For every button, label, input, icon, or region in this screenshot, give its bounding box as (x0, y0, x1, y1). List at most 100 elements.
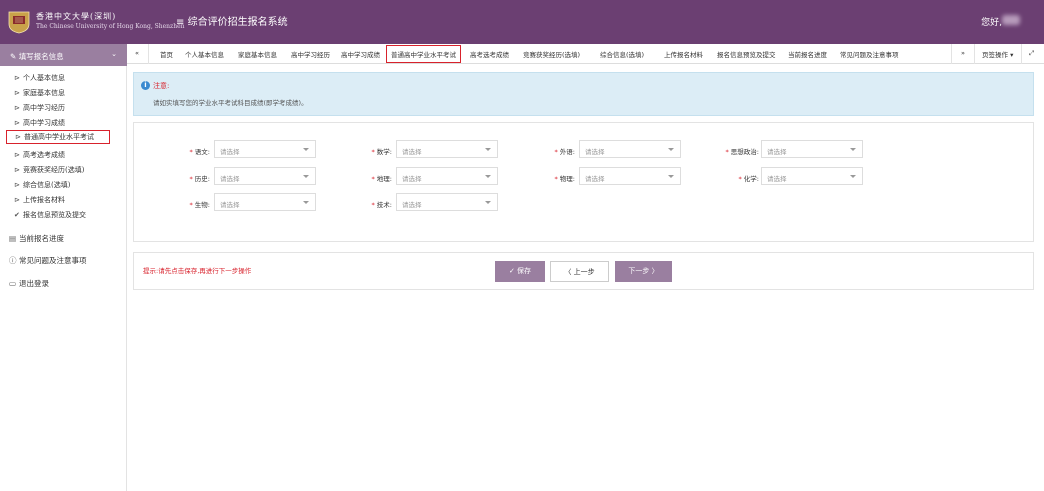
tab-preview-submit[interactable]: 报名信息预览及提交 (717, 49, 776, 59)
sidebar-item-faq[interactable]: ⓘ 常见问题及注意事项 (9, 255, 87, 266)
exam-form: * 语文: 请选择 * 数学: 请选择 * 外语: 请选择 * 思想政治: 请选… (133, 122, 1034, 242)
previous-button-label: 上一步 (573, 268, 595, 276)
select-chinese[interactable]: 请选择 (214, 140, 316, 158)
select-placeholder: 请选择 (220, 201, 240, 209)
divider (1021, 44, 1022, 64)
notice-title: 注意: (153, 82, 170, 90)
bookmark-icon: ⊳ (14, 181, 20, 189)
caret-down-icon (485, 148, 491, 151)
bookmark-icon: ⊳ (14, 151, 20, 159)
sidebar-item-gaokao-scores[interactable]: ⊳ 高考选考成绩 (14, 150, 65, 160)
page-operations-dropdown[interactable]: 页签操作 ▾ (982, 49, 1013, 59)
tab-comprehensive-info[interactable]: 综合信息(选填) (600, 49, 644, 59)
fullscreen-icon[interactable]: ⤢ (1029, 49, 1034, 58)
select-history[interactable]: 请选择 (214, 167, 316, 185)
sidebar-item-label: 高考选考成绩 (23, 151, 65, 159)
sidebar-item-school-grades[interactable]: ⊳ 高中学习成绩 (14, 118, 65, 128)
tab-gaokao-scores[interactable]: 高考选考成绩 (470, 49, 509, 59)
select-politics[interactable]: 请选择 (761, 140, 863, 158)
bookmark-icon: ⊳ (14, 196, 20, 204)
select-placeholder: 请选择 (220, 175, 240, 183)
system-title: ≡ 综合评价招生报名系统 (176, 13, 288, 28)
select-placeholder: 请选择 (402, 148, 422, 156)
sidebar-item-label: 竞赛获奖经历(选填) (23, 166, 85, 174)
tabs-forward-icon[interactable]: » (961, 49, 965, 57)
caret-down-icon (303, 201, 309, 204)
divider (974, 44, 975, 64)
divider (951, 44, 952, 64)
select-math[interactable]: 请选择 (396, 140, 498, 158)
logo-chinese-name: 香港中文大學(深圳) (36, 12, 117, 21)
sidebar-item-competition-awards[interactable]: ⊳ 竞赛获奖经历(选填) (14, 165, 84, 175)
hamburger-icon[interactable]: ≡ (176, 17, 184, 28)
sidebar-item-family-info[interactable]: ⊳ 家庭基本信息 (14, 88, 65, 98)
caret-down-icon (303, 175, 309, 178)
sidebar-section-fill-info[interactable]: ✎ 填写报名信息 ⌄ (0, 44, 127, 66)
tab-school-history[interactable]: 高中学习经历 (291, 49, 330, 59)
sidebar-item-comprehensive-info[interactable]: ⊳ 综合信息(选填) (14, 180, 70, 190)
select-technology[interactable]: 请选择 (396, 193, 498, 211)
save-button-label: 保存 (517, 267, 532, 275)
user-greeting[interactable]: 您好, (981, 15, 1002, 28)
sidebar-item-preview-submit[interactable]: ✔ 报名信息预览及提交 (14, 210, 86, 220)
bookmark-icon: ⊳ (15, 133, 21, 141)
sidebar-item-upload-materials[interactable]: ⊳ 上传报名材料 (14, 195, 65, 205)
logo-english-name: The Chinese University of Hong Kong, She… (36, 23, 185, 30)
monitor-icon: ▭ (9, 279, 17, 288)
tab-proficiency-exam[interactable]: 普通高中学业水平考试 (386, 45, 461, 63)
select-biology[interactable]: 请选择 (214, 193, 316, 211)
tab-school-grades[interactable]: 高中学习成绩 (341, 49, 380, 59)
field-label-chemistry: * 化学: (738, 175, 759, 183)
field-label-history: * 历史: (189, 175, 210, 183)
select-placeholder: 请选择 (585, 175, 605, 183)
sidebar-item-logout[interactable]: ▭ 退出登录 (9, 278, 49, 289)
save-button[interactable]: ✓ 保存 (495, 261, 545, 282)
select-placeholder: 请选择 (220, 148, 240, 156)
tab-faq[interactable]: 常见问题及注意事项 (840, 49, 899, 59)
select-chemistry[interactable]: 请选择 (761, 167, 863, 185)
tab-family-info[interactable]: 家庭基本信息 (238, 49, 277, 59)
tab-progress[interactable]: 当前报名进度 (788, 49, 827, 59)
caret-down-icon (668, 175, 674, 178)
chevron-right-icon: 〉 (651, 267, 659, 275)
field-label-physics: * 物理: (554, 175, 575, 183)
next-step-button[interactable]: 下一步 〉 (615, 261, 672, 282)
page-operations-label: 页签操作 (982, 51, 1008, 59)
select-placeholder: 请选择 (767, 148, 787, 156)
caret-down-icon: ▾ (1010, 51, 1014, 59)
sidebar-item-progress[interactable]: ▤ 当前报名进度 (9, 233, 64, 244)
select-physics[interactable]: 请选择 (579, 167, 681, 185)
tabs-back-icon[interactable]: « (135, 49, 139, 57)
check-icon: ✓ (508, 267, 515, 275)
tab-competition-awards[interactable]: 竞赛获奖经历(选填) (523, 49, 580, 59)
sidebar-item-label: 当前报名进度 (19, 234, 64, 243)
chevron-down-icon: ⌄ (111, 50, 117, 58)
save-hint: 提示:请先点击保存,再进行下一步操作 (143, 267, 252, 275)
field-label-biology: * 生物: (189, 201, 210, 209)
tab-personal-info[interactable]: 个人基本信息 (185, 49, 224, 59)
bookmark-icon: ⊳ (14, 119, 20, 127)
sidebar-item-school-history[interactable]: ⊳ 高中学习经历 (14, 103, 65, 113)
sidebar-item-proficiency-exam[interactable]: ⊳ 普通高中学业水平考试 (6, 130, 110, 144)
bookmark-icon: ⊳ (14, 89, 20, 97)
top-bar: 香港中文大學(深圳) The Chinese University of Hon… (0, 0, 1044, 44)
notice-text: 请如实填写您的学业水平考试科目成绩(即学考成绩)。 (153, 99, 308, 107)
select-geography[interactable]: 请选择 (396, 167, 498, 185)
caret-down-icon (303, 148, 309, 151)
select-foreign-language[interactable]: 请选择 (579, 140, 681, 158)
sidebar-item-personal-info[interactable]: ⊳ 个人基本信息 (14, 73, 65, 83)
sidebar: ✎ 填写报名信息 ⌄ ⊳ 个人基本信息 ⊳ 家庭基本信息 ⊳ 高中学习经历 ⊳ 高中学习… (0, 44, 127, 491)
caret-down-icon (485, 175, 491, 178)
caret-down-icon (668, 148, 674, 151)
list-icon: ▤ (9, 234, 17, 243)
bookmark-icon: ⊳ (14, 74, 20, 82)
edit-icon: ✎ (10, 52, 17, 61)
caret-down-icon (850, 148, 856, 151)
caret-down-icon (850, 175, 856, 178)
previous-step-button[interactable]: 〈 上一步 (550, 261, 609, 282)
tab-upload-materials[interactable]: 上传报名材料 (664, 49, 703, 59)
sidebar-section-label: 填写报名信息 (18, 52, 64, 61)
tab-home[interactable]: 首页 (160, 49, 173, 59)
sidebar-item-label: 退出登录 (19, 279, 49, 288)
tab-bar: « 首页 个人基本信息 家庭基本信息 高中学习经历 高中学习成绩 普通高中学业水… (127, 44, 1044, 64)
